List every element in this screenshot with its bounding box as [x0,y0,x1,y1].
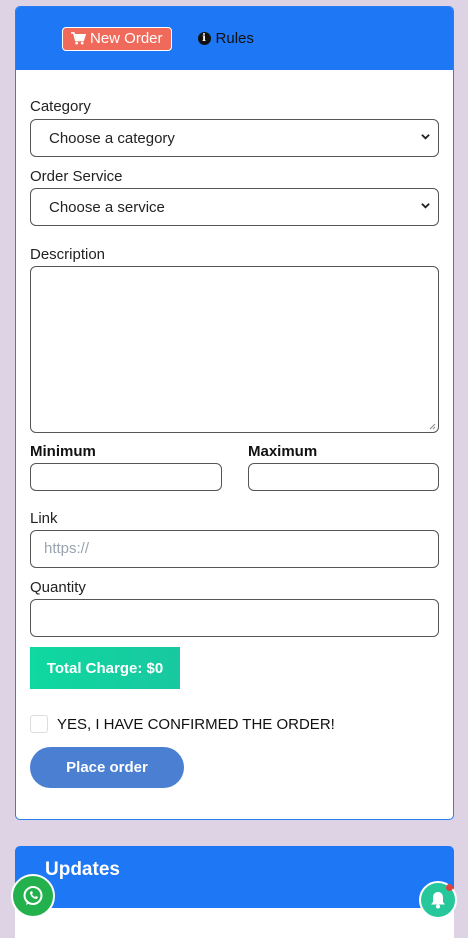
info-icon: i [197,32,211,45]
whatsapp-icon [23,886,43,905]
cart-icon [71,32,86,45]
quantity-input[interactable] [30,599,439,637]
tab-new-order-label: New Order [90,29,163,47]
updates-body [15,908,454,938]
notification-dot [446,884,453,891]
total-charge-badge: Total Charge: $0 [30,647,180,689]
confirm-checkbox[interactable] [30,715,48,733]
minimum-input[interactable] [30,463,222,491]
updates-card: Updates [15,846,454,938]
category-label: Category [30,98,91,115]
chevron-down-icon [421,203,430,209]
resize-grip-icon[interactable] [428,422,436,430]
maximum-input[interactable] [248,463,439,491]
category-select-value: Choose a category [49,129,175,147]
maximum-label: Maximum [248,443,318,460]
description-label: Description [30,246,106,263]
whatsapp-button[interactable] [11,874,55,918]
card-header: New Order i Rules [16,7,453,70]
confirm-row: YES, I HAVE CONFIRMED THE ORDER! [30,715,335,733]
tab-new-order[interactable]: New Order [62,26,172,51]
place-order-button[interactable]: Place order [30,747,184,788]
description-textarea[interactable] [30,266,439,433]
link-label: Link [30,510,58,527]
service-label: Order Service [30,168,123,185]
minimum-label: Minimum [30,443,96,460]
tab-rules[interactable]: i Rules [197,30,254,47]
updates-title: Updates [45,859,120,880]
chevron-down-icon [421,134,430,140]
bell-icon [431,892,445,909]
notification-button[interactable] [419,881,457,919]
confirm-label: YES, I HAVE CONFIRMED THE ORDER! [57,715,335,733]
link-placeholder: https:// [44,540,90,557]
service-select-value: Choose a service [49,198,165,216]
link-input[interactable]: https:// [30,530,439,568]
category-select[interactable]: Choose a category [30,119,439,157]
new-order-card: New Order i Rules Category Choose a cate… [15,6,454,820]
service-select[interactable]: Choose a service [30,188,439,226]
quantity-label: Quantity [30,579,86,596]
tab-rules-label: Rules [215,30,254,47]
